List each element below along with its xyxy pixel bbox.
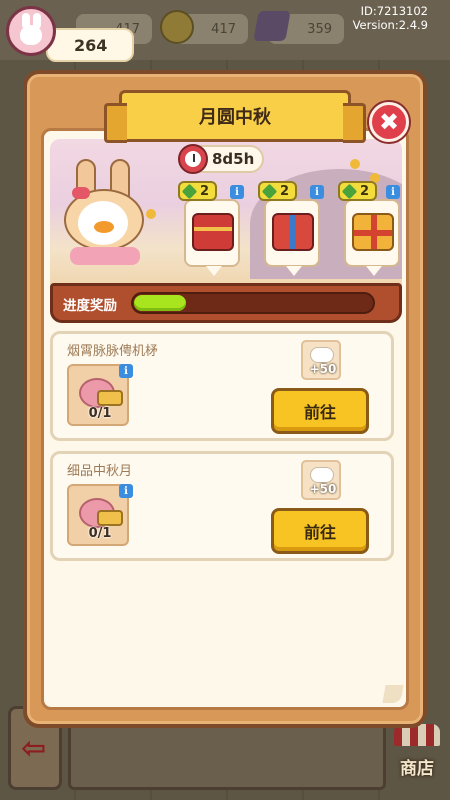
title-ribbon: 月圆中秋	[104, 90, 366, 143]
task-title: 细品中秋月	[67, 464, 133, 479]
event-timer: 8d5h	[178, 144, 265, 174]
red-chest-icon	[192, 213, 234, 251]
shop-button[interactable]: 商店	[390, 720, 444, 790]
reward-count-chip: 2	[258, 181, 298, 201]
gem-value: 359	[307, 21, 332, 37]
info-icon[interactable]: i	[230, 185, 244, 199]
reward-count-chip: 2	[338, 181, 378, 201]
shop-label: 商店	[400, 759, 434, 779]
osmanthus-icon	[350, 159, 360, 169]
mascot-beak	[94, 221, 114, 233]
modal-content: 8d5h 2 i 2 i 2 i 进度奖励 烟霄脉脉俜机柕 0/1 i +50 …	[41, 128, 409, 710]
task-reward: +50	[301, 460, 341, 500]
player-id: ID:7213102	[360, 4, 428, 18]
build-info: ID:7213102 Version:2.4.9	[353, 4, 428, 32]
task-progress: 0/1	[88, 406, 112, 421]
cloud-icon	[311, 348, 333, 362]
event-modal: 月圆中秋 ✖ 8d5h 2 i 2 i 2 i 进度奖励 烟霄脉脉俜机柕 0/1…	[23, 70, 427, 728]
go-button-label: 前往	[303, 403, 336, 422]
reward-count: 2	[200, 183, 210, 199]
modal-title: 月圆中秋	[199, 107, 271, 128]
bunny-face-icon	[20, 25, 42, 45]
gift-box-icon	[272, 213, 314, 251]
go-button[interactable]: 前往	[271, 508, 369, 554]
progress-track	[131, 292, 375, 314]
version-text: Version:2.4.9	[352, 18, 428, 32]
reward-count: 2	[360, 183, 370, 199]
level-value: 264	[74, 35, 108, 55]
go-button-label: 前往	[303, 523, 336, 542]
progress-fill	[134, 295, 186, 311]
gem-icon	[253, 11, 291, 41]
coin-icon	[160, 10, 194, 44]
info-icon[interactable]: i	[310, 185, 324, 199]
timer-text: 8d5h	[212, 150, 255, 168]
close-button[interactable]: ✖	[369, 102, 409, 142]
task-card: 烟霄脉脉俜机柕 0/1 i +50 前往	[50, 331, 394, 441]
bunny-mascot	[54, 159, 154, 269]
task-reward: +50	[301, 340, 341, 380]
cloud-icon	[311, 468, 333, 482]
progress-label: 进度奖励	[63, 298, 117, 314]
milestone-reward-1[interactable]: 2 i	[178, 181, 244, 276]
reward-amount: +50	[309, 362, 337, 376]
exit-arrow-icon: ⇦	[21, 731, 47, 766]
info-icon[interactable]: i	[119, 484, 133, 498]
info-icon[interactable]: i	[386, 185, 400, 199]
progress-reward-bar: 进度奖励	[50, 283, 402, 323]
mascot-bow	[72, 187, 90, 199]
gold-gift-icon	[352, 213, 394, 251]
go-button[interactable]: 前往	[271, 388, 369, 434]
task-progress: 0/1	[88, 526, 112, 541]
info-icon[interactable]: i	[119, 364, 133, 378]
coin-value: 417	[211, 21, 236, 37]
mooncake-box-icon	[97, 390, 123, 406]
page-curl	[382, 685, 404, 703]
task-title: 烟霄脉脉俜机柕	[67, 344, 159, 359]
reward-count: 2	[280, 183, 290, 199]
mascot-scarf	[70, 247, 140, 265]
player-avatar[interactable]	[6, 6, 56, 56]
reward-amount: +50	[309, 482, 337, 496]
close-icon: ✖	[378, 108, 400, 136]
milestone-reward-3[interactable]: 2 i	[338, 181, 400, 276]
task-card: 细品中秋月 0/1 i +50 前往	[50, 451, 394, 561]
reward-count-chip: 2	[178, 181, 218, 201]
mooncake-box-icon	[97, 510, 123, 526]
event-banner: 8d5h 2 i 2 i 2 i	[50, 139, 402, 285]
clock-icon	[178, 144, 208, 174]
milestone-reward-2[interactable]: 2 i	[258, 181, 324, 276]
level-badge[interactable]: 264	[46, 28, 134, 62]
